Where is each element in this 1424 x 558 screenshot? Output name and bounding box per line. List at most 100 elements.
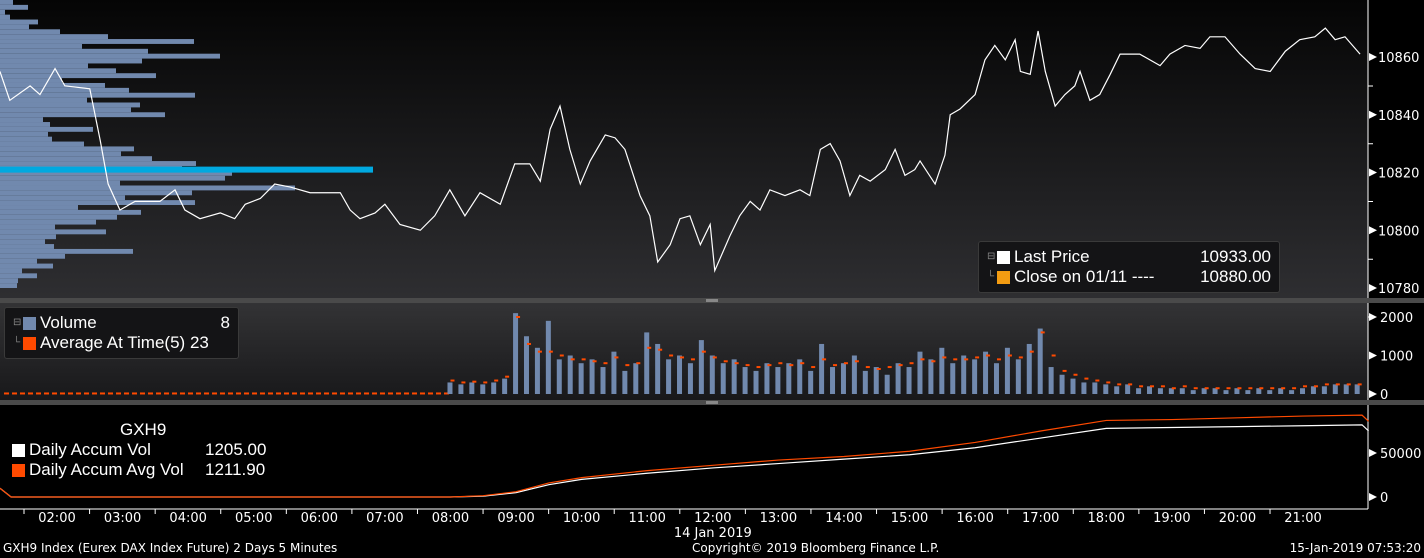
volume-bar xyxy=(655,343,661,394)
volume-profile-bar xyxy=(0,122,50,127)
avg-volume-mark xyxy=(1357,383,1362,386)
time-tick-label: 14:00 xyxy=(825,511,862,526)
avg-volume-mark xyxy=(548,350,553,353)
volume-bar xyxy=(775,367,781,394)
avg-volume-mark xyxy=(68,392,73,395)
avg-volume-mark xyxy=(647,346,652,349)
avg-volume-mark xyxy=(1106,381,1111,384)
avg-volume-mark xyxy=(372,392,377,395)
volume-bar xyxy=(709,355,715,394)
volume-bar xyxy=(873,367,879,394)
volume-label: Volume xyxy=(40,313,97,332)
volume-bar xyxy=(950,363,956,394)
tree-branch-icon: └ xyxy=(987,271,995,282)
avg-volume-mark xyxy=(843,362,848,365)
avg-volume-mark xyxy=(188,392,193,395)
volume-bar xyxy=(1332,384,1338,394)
accum-avg-swatch xyxy=(12,463,25,477)
point-of-control-line xyxy=(0,166,373,173)
collapse-icon[interactable]: ⊟ xyxy=(13,313,23,333)
avg-volume-mark xyxy=(52,392,57,395)
collapse-icon[interactable]: ⊟ xyxy=(987,247,997,267)
price-tick-label: 10840 xyxy=(1378,109,1419,124)
volume-profile-bar xyxy=(0,248,133,254)
volume-profile-bar xyxy=(0,278,18,284)
volume-swatch xyxy=(23,316,36,330)
avg-volume-mark xyxy=(76,392,81,395)
tick-marker xyxy=(1369,449,1377,457)
avg-volume-mark xyxy=(236,392,241,395)
volume-bar xyxy=(1070,378,1076,394)
last-price-label: Last Price xyxy=(1014,247,1090,266)
avg-volume-mark xyxy=(1303,385,1308,388)
volume-profile-bar xyxy=(0,73,156,79)
avg-volume-mark xyxy=(1259,387,1264,390)
avg-volume-mark xyxy=(472,380,477,383)
volume-profile-bar xyxy=(0,214,117,220)
divider-handle[interactable] xyxy=(706,401,718,404)
avg-volume-mark xyxy=(196,392,201,395)
avg-volume-mark xyxy=(526,342,531,345)
volume-bar xyxy=(742,367,748,394)
avg-volume-mark xyxy=(745,364,750,367)
avg-volume-mark xyxy=(680,356,685,359)
volume-profile-bar xyxy=(0,112,165,118)
avg-volume-mark xyxy=(1182,385,1187,388)
avg-volume-mark xyxy=(876,367,881,370)
avg-volume-mark xyxy=(723,360,728,363)
volume-bar xyxy=(961,355,967,394)
volume-profile-bar xyxy=(0,131,48,137)
avg-volume-mark xyxy=(12,392,17,395)
volume-bar xyxy=(458,384,464,394)
volume-bar xyxy=(447,382,453,394)
avg-volume-mark xyxy=(1117,383,1122,386)
volume-bar xyxy=(939,347,945,394)
volume-bar xyxy=(797,359,803,394)
avg-volume-mark xyxy=(1051,354,1056,357)
avg-volume-mark xyxy=(822,358,827,361)
close-swatch xyxy=(997,270,1010,284)
volume-bar xyxy=(1354,384,1360,394)
volume-bar xyxy=(895,363,901,394)
avg-volume-mark xyxy=(212,392,217,395)
time-tick-label: 03:00 xyxy=(104,511,141,526)
volume-bar xyxy=(720,363,726,394)
volume-profile-bar xyxy=(0,234,56,240)
volume-profile-bar xyxy=(0,82,105,88)
divider-handle[interactable] xyxy=(706,299,718,302)
volume-bar xyxy=(633,363,639,394)
avg-volume-mark xyxy=(778,362,783,365)
time-tick-label: 21:00 xyxy=(1284,511,1321,526)
avg-volume-mark xyxy=(4,392,9,395)
avg-volume-mark xyxy=(44,392,49,395)
volume-bar xyxy=(1081,382,1087,394)
volume-profile-bar xyxy=(0,48,148,54)
avg-volume-mark xyxy=(92,392,97,395)
avg-volume-mark xyxy=(332,392,337,395)
volume-bar xyxy=(1289,390,1295,394)
avg-volume-mark xyxy=(252,392,257,395)
time-tick-label: 12:00 xyxy=(694,511,731,526)
volume-profile-bar xyxy=(0,268,22,274)
volume-bar xyxy=(819,343,825,394)
avg-volume-mark xyxy=(690,358,695,361)
avg-volume-mark xyxy=(260,392,265,395)
avg-volume-mark xyxy=(1007,354,1012,357)
avg-volume-mark xyxy=(953,358,958,361)
time-tick-label: 07:00 xyxy=(366,511,403,526)
avg-volume-mark xyxy=(537,350,542,353)
price-tick-label: 10860 xyxy=(1378,51,1419,66)
avg-volume-mark xyxy=(1281,387,1286,390)
footer-copyright: Copyright© 2019 Bloomberg Finance L.P. xyxy=(692,541,940,555)
avg-volume-mark xyxy=(1150,385,1154,388)
volume-bar xyxy=(480,384,486,394)
avg-volume-mark xyxy=(428,392,433,395)
avg-volume-mark xyxy=(1095,379,1100,382)
avg-volume-mark xyxy=(909,362,914,365)
volume-bar xyxy=(644,332,650,394)
avg-volume-mark xyxy=(84,392,89,395)
volume-legend: ⊟ Volume 8 └ Average At Time(5) 23 xyxy=(4,307,239,359)
time-tick-label: 11:00 xyxy=(628,511,665,526)
volume-bar xyxy=(1048,367,1054,394)
avg-volume-mark xyxy=(756,366,761,369)
